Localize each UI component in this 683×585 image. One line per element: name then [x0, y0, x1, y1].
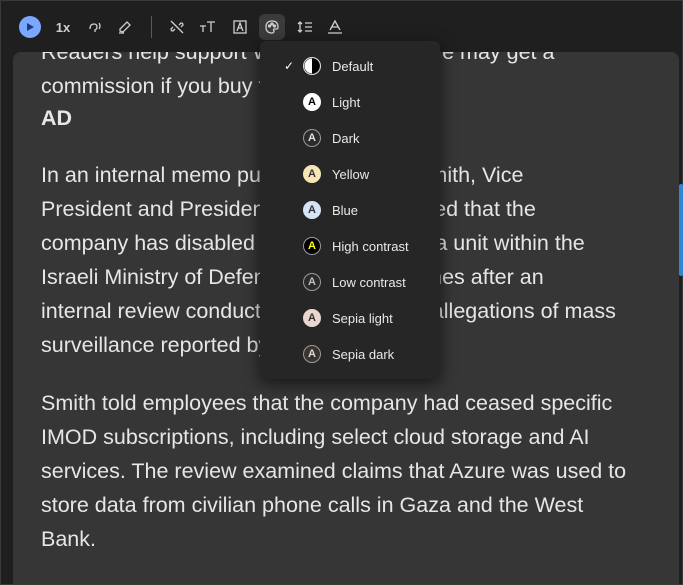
sepia-dark-theme-swatch-icon: A: [303, 345, 321, 363]
speed-button[interactable]: 1x: [54, 15, 72, 39]
toolbar-divider: [151, 16, 152, 38]
link-off-icon: [169, 19, 185, 35]
theme-option-yellow[interactable]: A Yellow: [260, 156, 440, 192]
theme-option-label: High contrast: [332, 238, 409, 254]
reader-window: 1x Readers help support may get a commis…: [0, 0, 683, 585]
paragraph-2: Smith told employees that the company ha…: [41, 386, 626, 556]
paragraph-line: Smith told employees that the company ha…: [41, 391, 613, 415]
font-icon: [327, 19, 343, 35]
text-size-button[interactable]: [198, 15, 218, 39]
paragraph-line: IMOD subscriptions, including select clo…: [41, 425, 590, 449]
palette-icon: [264, 19, 280, 35]
speed-label: 1x: [55, 19, 71, 35]
blue-theme-swatch-icon: A: [303, 201, 321, 219]
sepia-light-theme-swatch-icon: A: [303, 309, 321, 327]
dark-theme-swatch-icon: A: [303, 129, 321, 147]
low-contrast-theme-swatch-icon: A: [303, 273, 321, 291]
yellow-theme-swatch-icon: A: [303, 165, 321, 183]
theme-option-blue[interactable]: A Blue: [260, 192, 440, 228]
play-button[interactable]: [19, 16, 41, 38]
paragraph-line: store data from civilian phone calls in …: [41, 493, 584, 517]
paragraph-line: Bank.: [41, 527, 96, 551]
theme-option-low-contrast[interactable]: A Low contrast: [260, 264, 440, 300]
voice-icon: [87, 19, 103, 35]
line-spacing-button[interactable]: [295, 15, 315, 39]
theme-button[interactable]: [259, 14, 285, 40]
text-box-icon: [232, 19, 248, 35]
font-button[interactable]: [325, 15, 345, 39]
default-theme-swatch-icon: [303, 57, 321, 75]
theme-option-label: Low contrast: [332, 274, 406, 290]
text-size-icon: [199, 19, 217, 35]
high-contrast-theme-swatch-icon: A: [303, 237, 321, 255]
theme-option-label: Sepia light: [332, 310, 393, 326]
ad-label: AD: [41, 106, 73, 130]
theme-option-label: Light: [332, 94, 361, 110]
highlight-button[interactable]: [115, 15, 135, 39]
theme-option-label: Yellow: [332, 166, 370, 182]
theme-option-label: Dark: [332, 130, 360, 146]
link-toggle-button[interactable]: [167, 15, 187, 39]
line-spacing-icon: [297, 19, 313, 35]
theme-option-high-contrast[interactable]: A High contrast: [260, 228, 440, 264]
theme-option-sepia-light[interactable]: A Sepia light: [260, 300, 440, 336]
light-theme-swatch-icon: A: [303, 93, 321, 111]
theme-option-default[interactable]: ✓ Default: [260, 48, 440, 84]
theme-option-label: Sepia dark: [332, 346, 395, 362]
voice-settings-button[interactable]: [85, 15, 105, 39]
highlighter-icon: [117, 19, 133, 35]
theme-option-sepia-dark[interactable]: A Sepia dark: [260, 336, 440, 372]
play-icon: [25, 22, 35, 32]
text-box-button[interactable]: [230, 15, 250, 39]
check-icon: ✓: [284, 59, 295, 73]
theme-option-label: Blue: [332, 202, 359, 218]
scrollbar-thumb[interactable]: [679, 184, 683, 276]
theme-menu: ✓ Default A Light A Dark A Yellow A Blue…: [260, 41, 440, 379]
theme-option-label: Default: [332, 58, 374, 74]
theme-option-light[interactable]: A Light: [260, 84, 440, 120]
theme-option-dark[interactable]: A Dark: [260, 120, 440, 156]
paragraph-line: services. The review examined claims tha…: [41, 459, 627, 483]
